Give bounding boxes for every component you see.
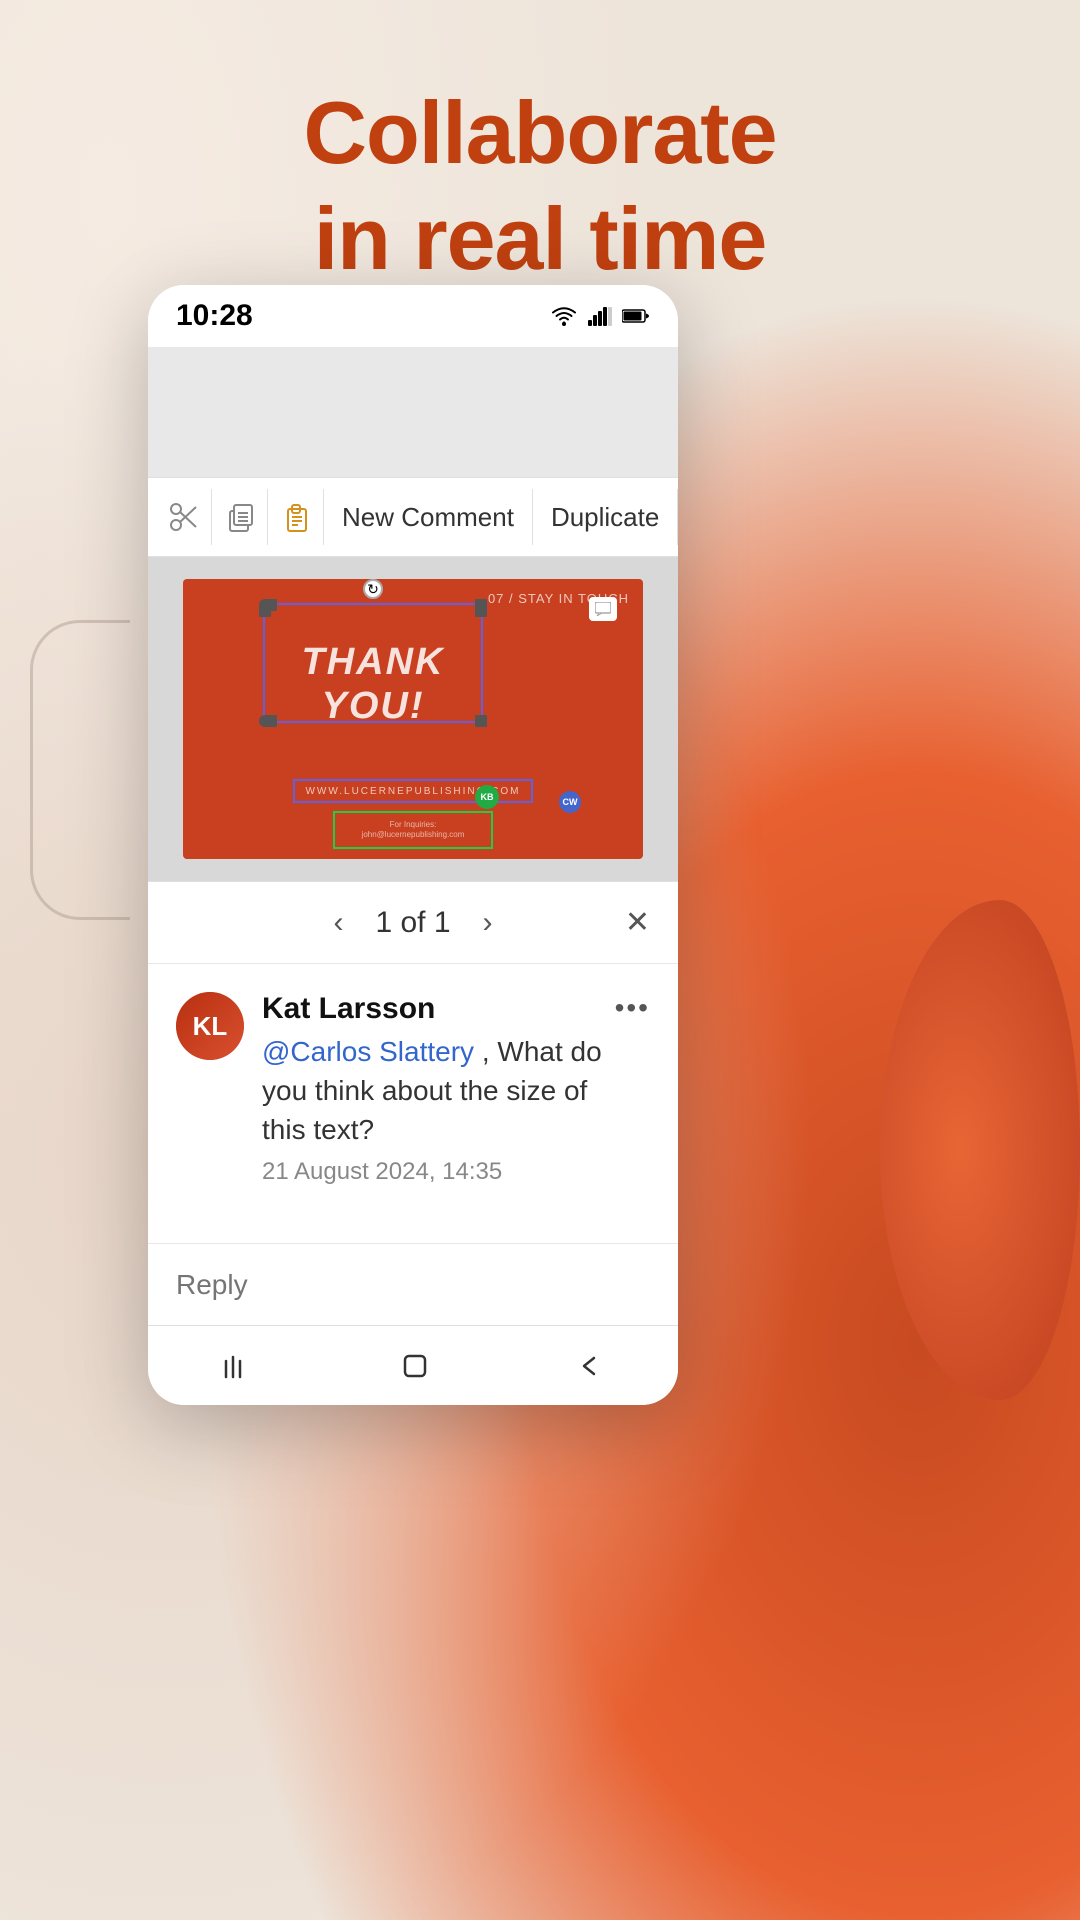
email-box: KB For Inquiries: john@lucernepublishing… xyxy=(333,811,493,849)
status-bar: 10:28 xyxy=(148,285,678,347)
scissors-icon xyxy=(168,501,200,533)
cw-avatar: CW xyxy=(559,791,581,813)
pagination-bar: ‹ 1 of 1 › ✕ xyxy=(148,881,678,963)
canvas-area[interactable]: 07 / STAY IN TOUCH ↻ xyxy=(148,557,678,881)
chat-icon xyxy=(595,602,611,616)
comment-panel: KL Kat Larsson @Carlos Slattery , What d… xyxy=(148,963,678,1243)
duplicate-button[interactable]: Duplicate xyxy=(533,489,678,545)
handle-br[interactable] xyxy=(475,715,487,727)
recent-apps-icon xyxy=(220,1351,256,1381)
status-time: 10:28 xyxy=(176,299,253,333)
wifi-icon xyxy=(550,305,578,327)
copy-icon xyxy=(224,501,256,533)
lamp-decoration xyxy=(30,620,130,920)
comment-text: @Carlos Slattery , What do you think abo… xyxy=(262,1032,615,1150)
design-slide: 07 / STAY IN TOUCH ↻ xyxy=(183,579,643,859)
recent-apps-button[interactable] xyxy=(220,1351,256,1381)
comment-header: KL Kat Larsson @Carlos Slattery , What d… xyxy=(176,992,650,1186)
reply-input[interactable] xyxy=(176,1269,650,1301)
prev-page-button[interactable]: ‹ xyxy=(333,906,343,940)
toolbar: New Comment Duplicate Delete xyxy=(148,477,678,557)
reply-bar xyxy=(148,1243,678,1325)
email-label: For Inquiries: john@lucernepublishing.co… xyxy=(362,820,465,841)
kb-avatar: KB xyxy=(475,785,499,809)
new-comment-button[interactable]: New Comment xyxy=(324,489,533,545)
comment-username: Kat Larsson xyxy=(262,992,615,1026)
home-button[interactable] xyxy=(399,1350,431,1382)
main-heading: Collaborate in real time xyxy=(0,80,1080,291)
pagination-text: 1 of 1 xyxy=(375,906,450,940)
comment-date: 21 August 2024, 14:35 xyxy=(262,1158,615,1186)
heading-line1: Collaborate xyxy=(0,80,1080,186)
thank-you-text: THANK YOU! xyxy=(273,641,473,728)
avatar-initials: KL xyxy=(176,992,244,1060)
comment-user-row: KL Kat Larsson @Carlos Slattery , What d… xyxy=(176,992,615,1186)
bottom-nav xyxy=(148,1325,678,1405)
back-icon xyxy=(574,1350,606,1382)
phone-frame: 10:28 xyxy=(148,285,678,1405)
gray-area-top xyxy=(148,347,678,477)
avatar: KL xyxy=(176,992,244,1060)
copy-button[interactable] xyxy=(212,489,268,545)
selection-box: ↻ THANK YOU! xyxy=(263,603,483,723)
handle-ml[interactable] xyxy=(259,605,271,617)
paste-icon xyxy=(280,501,312,533)
comment-content: Kat Larsson @Carlos Slattery , What do y… xyxy=(262,992,615,1186)
battery-icon xyxy=(622,308,650,324)
home-icon xyxy=(399,1350,431,1382)
status-icons xyxy=(550,305,650,327)
next-page-button[interactable]: › xyxy=(483,906,493,940)
paste-button[interactable] xyxy=(268,489,324,545)
back-button[interactable] xyxy=(574,1350,606,1382)
cut-button[interactable] xyxy=(156,489,212,545)
more-options-button[interactable]: ••• xyxy=(615,992,650,1024)
heading-line2: in real time xyxy=(0,186,1080,292)
mention-text[interactable]: @Carlos Slattery xyxy=(262,1036,474,1067)
close-button[interactable]: ✕ xyxy=(625,905,650,940)
comment-bubble-icon[interactable] xyxy=(589,597,617,621)
signal-icon xyxy=(588,306,612,326)
handle-mr[interactable] xyxy=(475,605,487,617)
rotate-handle[interactable]: ↻ xyxy=(363,579,383,599)
